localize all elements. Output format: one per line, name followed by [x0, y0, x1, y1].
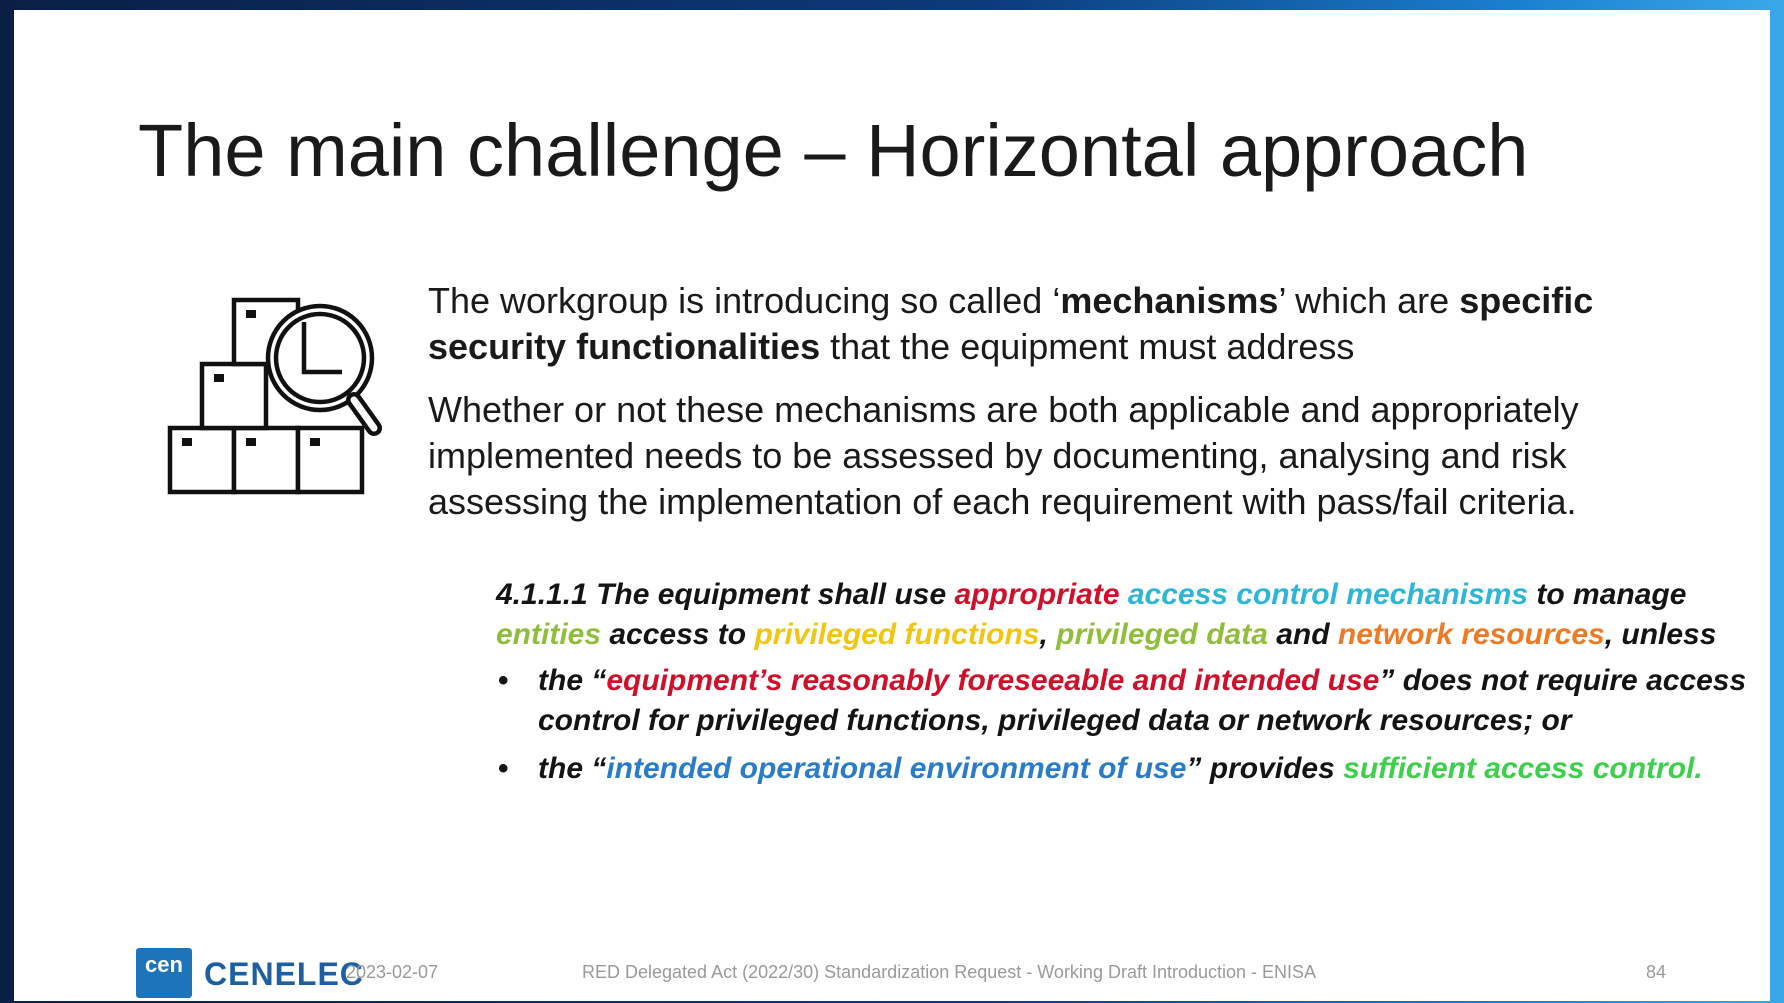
bullet-part: ” provides [1186, 752, 1344, 785]
requirement-exceptions-list: the “equipment’s reasonably foreseeable … [496, 661, 1756, 789]
bullet-intended-use: equipment’s reasonably foreseeable and i… [606, 664, 1380, 697]
req-part: , unless [1604, 618, 1717, 651]
req-part [1120, 578, 1128, 611]
cen-logo-text: cen [145, 952, 183, 977]
slide: The main challenge – Horizontal approach [14, 10, 1770, 1001]
footer-caption: RED Delegated Act (2022/30) Standardizat… [582, 962, 1317, 982]
list-item: the “intended operational environment of… [496, 749, 1756, 789]
req-privileged-data: privileged data [1056, 618, 1268, 651]
intro-paragraph: The workgroup is introducing so called ‘… [428, 278, 1698, 370]
slide-title: The main challenge – Horizontal approach [138, 109, 1529, 192]
req-part: , [1039, 618, 1057, 651]
intro-bold-mechanisms: mechanisms [1060, 280, 1279, 321]
list-item: the “equipment’s reasonably foreseeable … [496, 661, 1756, 741]
intro-text-2: ’ which are [1278, 280, 1460, 321]
presentation-frame: The main challenge – Horizontal approach [0, 0, 1784, 1003]
bullet-operational-environment: intended operational environment of use [606, 752, 1187, 785]
cenelec-logo-text: CENELEC [204, 956, 364, 992]
req-appropriate: appropriate [954, 578, 1120, 611]
req-access-control-mechanisms: access control mechanisms [1127, 578, 1529, 611]
intro-text-3: that the equipment must address [820, 326, 1355, 367]
req-privileged-functions: privileged functions [754, 618, 1040, 651]
slide-footer: cen CENELEC 2023-02-07 RED Delegated Act… [14, 948, 1770, 998]
intro-text-1: The workgroup is introducing so called ‘ [428, 280, 1061, 321]
requirement-block: 4.1.1.1 The equipment shall use appropri… [496, 575, 1756, 797]
footer-date: 2023-02-07 [346, 962, 439, 982]
bullet-part: the “ [538, 664, 607, 697]
cen-logo: cen [136, 948, 192, 998]
boxes-magnifier-clock-icon [164, 288, 394, 503]
req-network-resources: network resources [1337, 618, 1605, 651]
req-entities: entities [496, 618, 602, 651]
req-part: access to [601, 618, 755, 651]
requirement-text: 4.1.1.1 The equipment shall use appropri… [496, 575, 1756, 655]
page-number: 84 [1646, 962, 1667, 982]
assessment-paragraph: Whether or not these mechanisms are both… [428, 389, 1579, 522]
bullet-sufficient-access-control: sufficient access control. [1343, 752, 1703, 785]
req-part: to manage [1528, 578, 1687, 611]
req-part: 4.1.1.1 The equipment shall use [496, 578, 955, 611]
bullet-part: the “ [538, 752, 607, 785]
req-part: and [1267, 618, 1338, 651]
